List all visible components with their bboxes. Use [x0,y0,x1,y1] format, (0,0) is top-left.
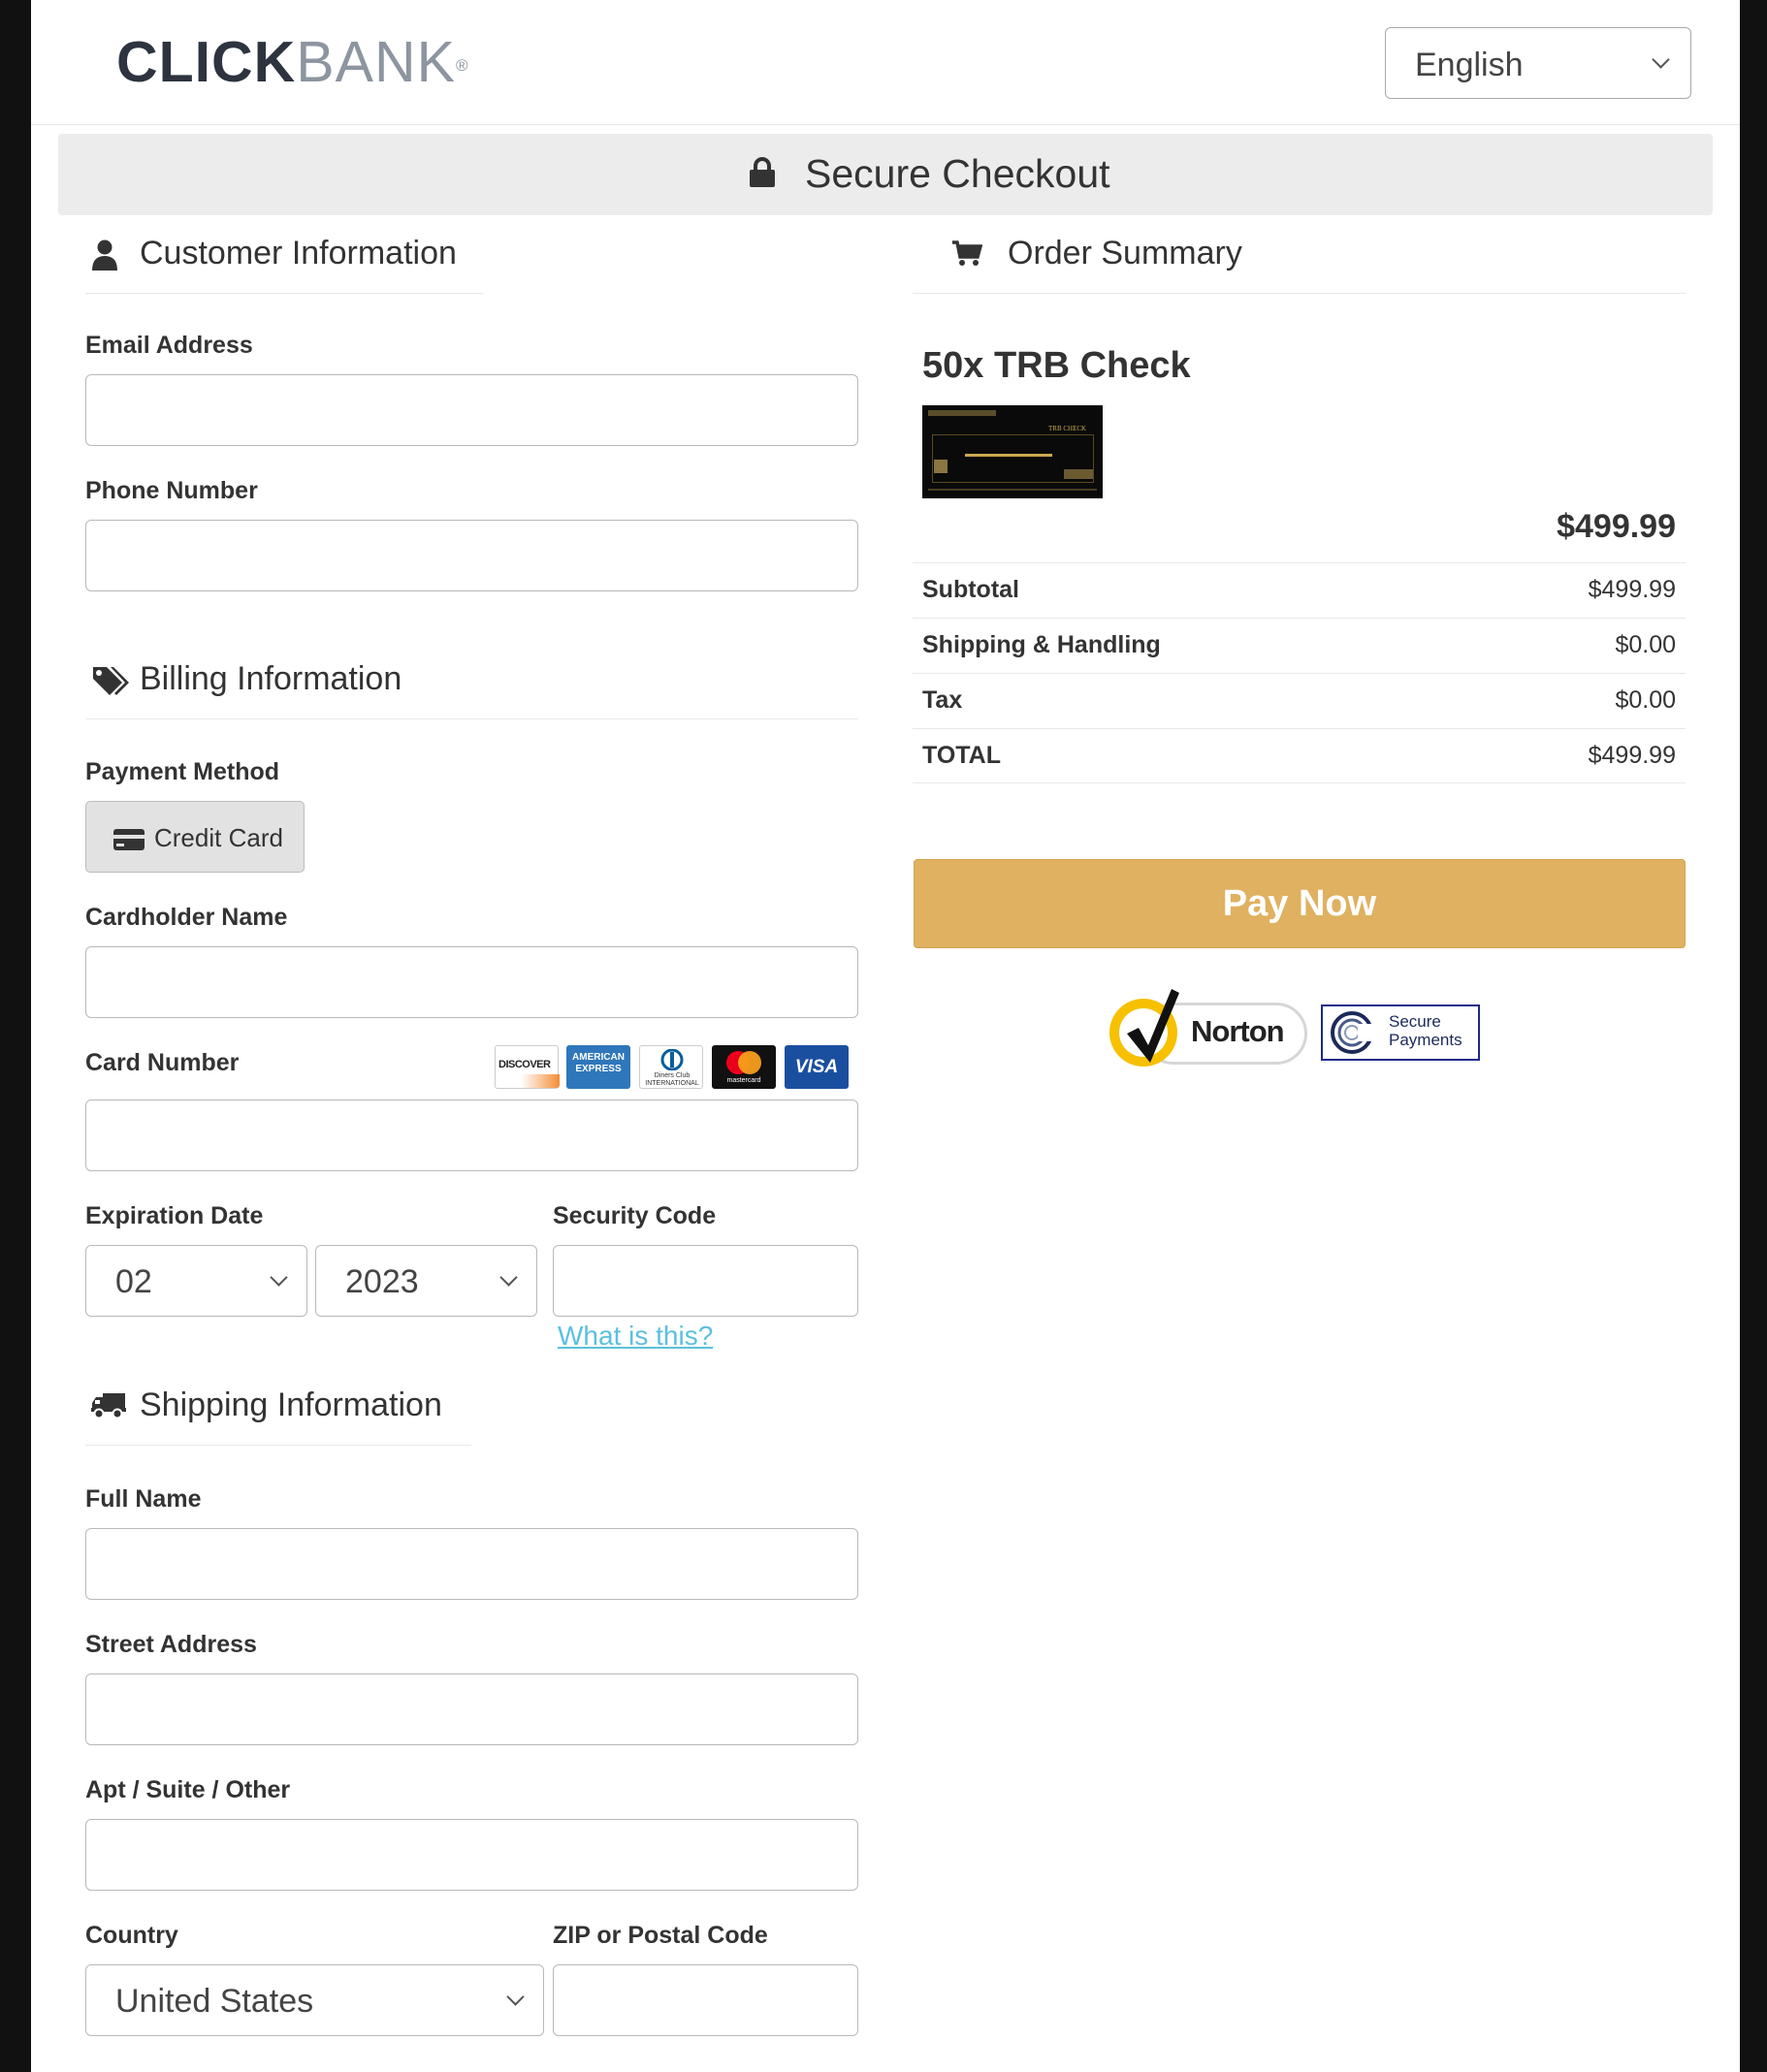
email-label: Email Address [85,332,253,359]
payment-method-label: Payment Method [85,758,280,785]
summary-row-label: Tax [922,686,963,714]
phone-input[interactable] [85,520,858,591]
summary-row-label: Subtotal [922,576,1019,603]
product-thumbnail: TRB CHECK [922,405,1103,498]
card-number-input[interactable] [85,1100,858,1171]
checkmark-icon [1127,989,1179,1063]
language-select[interactable]: English [1385,27,1691,99]
language-select-value: English [1415,47,1524,83]
street-address-label: Street Address [85,1631,257,1658]
security-code-input[interactable] [553,1245,858,1317]
expiration-year-value: 2023 [345,1263,419,1300]
full-name-input[interactable] [85,1528,858,1600]
zip-label: ZIP or Postal Code [553,1922,768,1949]
phone-label: Phone Number [85,477,258,504]
card-number-label: Card Number [85,1049,240,1076]
credit-card-button-label: Credit Card [154,823,283,852]
diners-club-card-icon: Diners Club INTERNATIONAL [639,1045,703,1089]
expiration-month-value: 02 [115,1263,152,1300]
banner-title: Secure Checkout [805,151,1110,196]
mastercard-card-icon: mastercard [712,1045,776,1089]
norton-badge: Norton [1109,985,1311,1072]
summary-row-label: Shipping & Handling [922,631,1161,658]
chevron-down-icon [270,1268,288,1287]
user-icon [91,239,118,276]
shipping-information-label: Shipping Information [140,1387,442,1423]
summary-row-value: $0.00 [1615,686,1676,714]
country-select[interactable]: United States [85,1964,544,2036]
checkout-page: CLICKBANK® English Secure Checkout Custo… [31,0,1740,2072]
product-title: 50x TRB Check [922,345,1191,386]
summary-row-shipping: Shipping & Handling $0.00 [913,618,1686,673]
summary-row-value: $0.00 [1615,631,1676,658]
security-code-label: Security Code [553,1202,717,1229]
clickbank-logo: CLICKBANK® [116,30,469,94]
credit-card-icon [113,829,145,855]
tags-icon [91,664,130,702]
cardholder-name-input[interactable] [85,946,858,1018]
summary-row-tax: Tax $0.00 [913,673,1686,728]
norton-text: Norton [1191,1014,1285,1048]
apt-suite-label: Apt / Suite / Other [85,1776,291,1803]
expiration-year-select[interactable]: 2023 [315,1245,537,1317]
customer-information-heading: Customer Information [85,229,483,294]
truck-icon [91,1390,126,1424]
summary-row-total: TOTAL $499.99 [913,728,1686,783]
visa-card-icon: VISA [785,1045,849,1089]
credit-card-button[interactable]: Credit Card [85,801,305,873]
summary-row-subtotal: Subtotal $499.99 [913,562,1686,618]
expiration-month-select[interactable]: 02 [85,1245,307,1317]
discover-card-icon: DISCOVER [495,1045,560,1089]
email-input[interactable] [85,374,858,446]
product-price: $499.99 [1557,508,1676,545]
what-is-this-link[interactable]: What is this? [558,1321,713,1352]
summary-row-label: TOTAL [922,742,1002,769]
full-name-label: Full Name [85,1485,202,1513]
order-summary-heading: Order Summary [913,229,1686,294]
order-summary-label: Order Summary [1008,235,1242,271]
cardholder-name-label: Cardholder Name [85,904,288,931]
chevron-down-icon [506,1988,525,2006]
chevron-down-icon [499,1268,518,1287]
summary-row-value: $499.99 [1588,576,1676,603]
expiration-date-label: Expiration Date [85,1202,264,1229]
customer-information-label: Customer Information [140,235,457,271]
lock-icon [749,157,776,193]
country-label: Country [85,1922,178,1949]
header: CLICKBANK® English [31,0,1740,125]
amex-card-icon: AMERICAN EXPRESS [566,1045,630,1089]
street-address-input[interactable] [85,1674,858,1745]
billing-information-heading: Billing Information [85,654,858,719]
summary-divider [913,782,1686,783]
summary-row-value: $499.99 [1588,742,1676,769]
shipping-information-heading: Shipping Information [85,1381,471,1446]
country-select-value: United States [115,1983,314,2020]
secure-checkout-banner: Secure Checkout [58,134,1713,215]
secure-payments-line1: Secure [1389,1012,1441,1031]
secure-payments-logo-icon [1331,1011,1377,1054]
secure-payments-badge: Secure Payments [1321,1004,1480,1061]
chevron-down-icon [1652,50,1670,69]
apt-suite-input[interactable] [85,1819,858,1891]
pay-now-button[interactable]: Pay Now [914,859,1686,948]
billing-information-label: Billing Information [140,660,402,697]
shopping-cart-icon [951,239,983,272]
secure-payments-line2: Payments [1389,1031,1462,1049]
zip-input[interactable] [553,1964,858,2036]
